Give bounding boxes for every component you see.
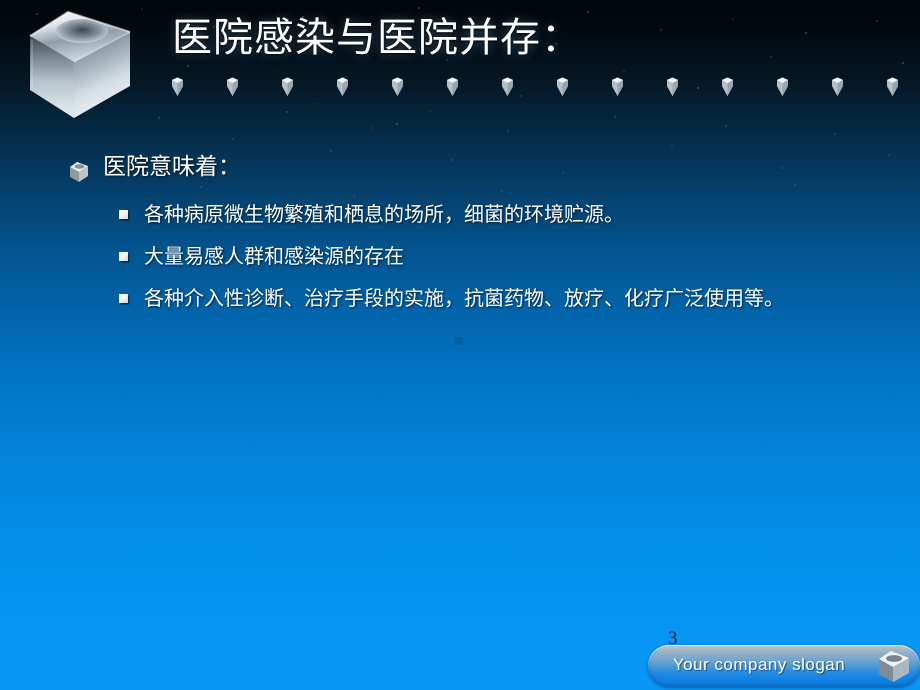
bullet-level2-label: 各种介入性诊断、治疗手段的实施，抗菌药物、放疗、化疗广泛使用等。 xyxy=(144,286,784,310)
chrome-cube-logo-icon xyxy=(29,10,131,118)
content-placeholder-marker xyxy=(454,337,463,345)
cube-icon xyxy=(879,651,909,682)
bullet-level2-label: 大量易感人群和感染源的存在 xyxy=(144,244,404,268)
square-bullet-marker xyxy=(119,210,128,219)
gem-icon xyxy=(887,77,898,96)
bullet-level2-label: 各种病原微生物繁殖和栖息的场所，细菌的环境贮源。 xyxy=(144,202,624,226)
gem-icon xyxy=(777,77,788,96)
gem-decoration-row xyxy=(170,74,900,100)
square-bullet-marker xyxy=(119,294,128,303)
footer-slogan-bar: Your company slogan xyxy=(648,645,920,687)
gem-icon xyxy=(447,77,458,96)
bullet-level1: 医院意味着： xyxy=(0,150,920,184)
gem-icon xyxy=(667,77,678,96)
bullet-level2: 大量易感人群和感染源的存在 xyxy=(0,240,920,272)
gem-icon xyxy=(392,77,403,96)
page-title: 医院感染与医院并存： xyxy=(172,16,582,60)
bullet-level2: 各种介入性诊断、治疗手段的实施，抗菌药物、放疗、化疗广泛使用等。 xyxy=(0,282,920,314)
gem-icon xyxy=(722,77,733,96)
bullet-level1-label: 医院意味着： xyxy=(103,154,241,180)
cube-bullet-icon xyxy=(70,162,88,182)
gem-icon xyxy=(612,77,623,96)
gem-icon xyxy=(557,77,568,96)
presentation-slide: 医院感染与医院并存： 医院意味着： 各种病原微生物繁殖和栖息的场所，细菌的环境贮… xyxy=(0,0,920,690)
gem-icon xyxy=(502,77,513,96)
gem-icon xyxy=(337,77,348,96)
gem-icon xyxy=(227,77,238,96)
slide-header: 医院感染与医院并存： xyxy=(0,0,920,118)
slide-content: 医院意味着： 各种病原微生物繁殖和栖息的场所，细菌的环境贮源。 大量易感人群和感… xyxy=(0,150,920,324)
square-bullet-marker xyxy=(119,252,128,261)
company-slogan: Your company slogan xyxy=(672,655,846,674)
bullet-level2: 各种病原微生物繁殖和栖息的场所，细菌的环境贮源。 xyxy=(0,198,920,230)
gem-icon xyxy=(282,77,293,96)
gem-icon xyxy=(832,77,843,96)
gem-icon xyxy=(172,77,183,96)
